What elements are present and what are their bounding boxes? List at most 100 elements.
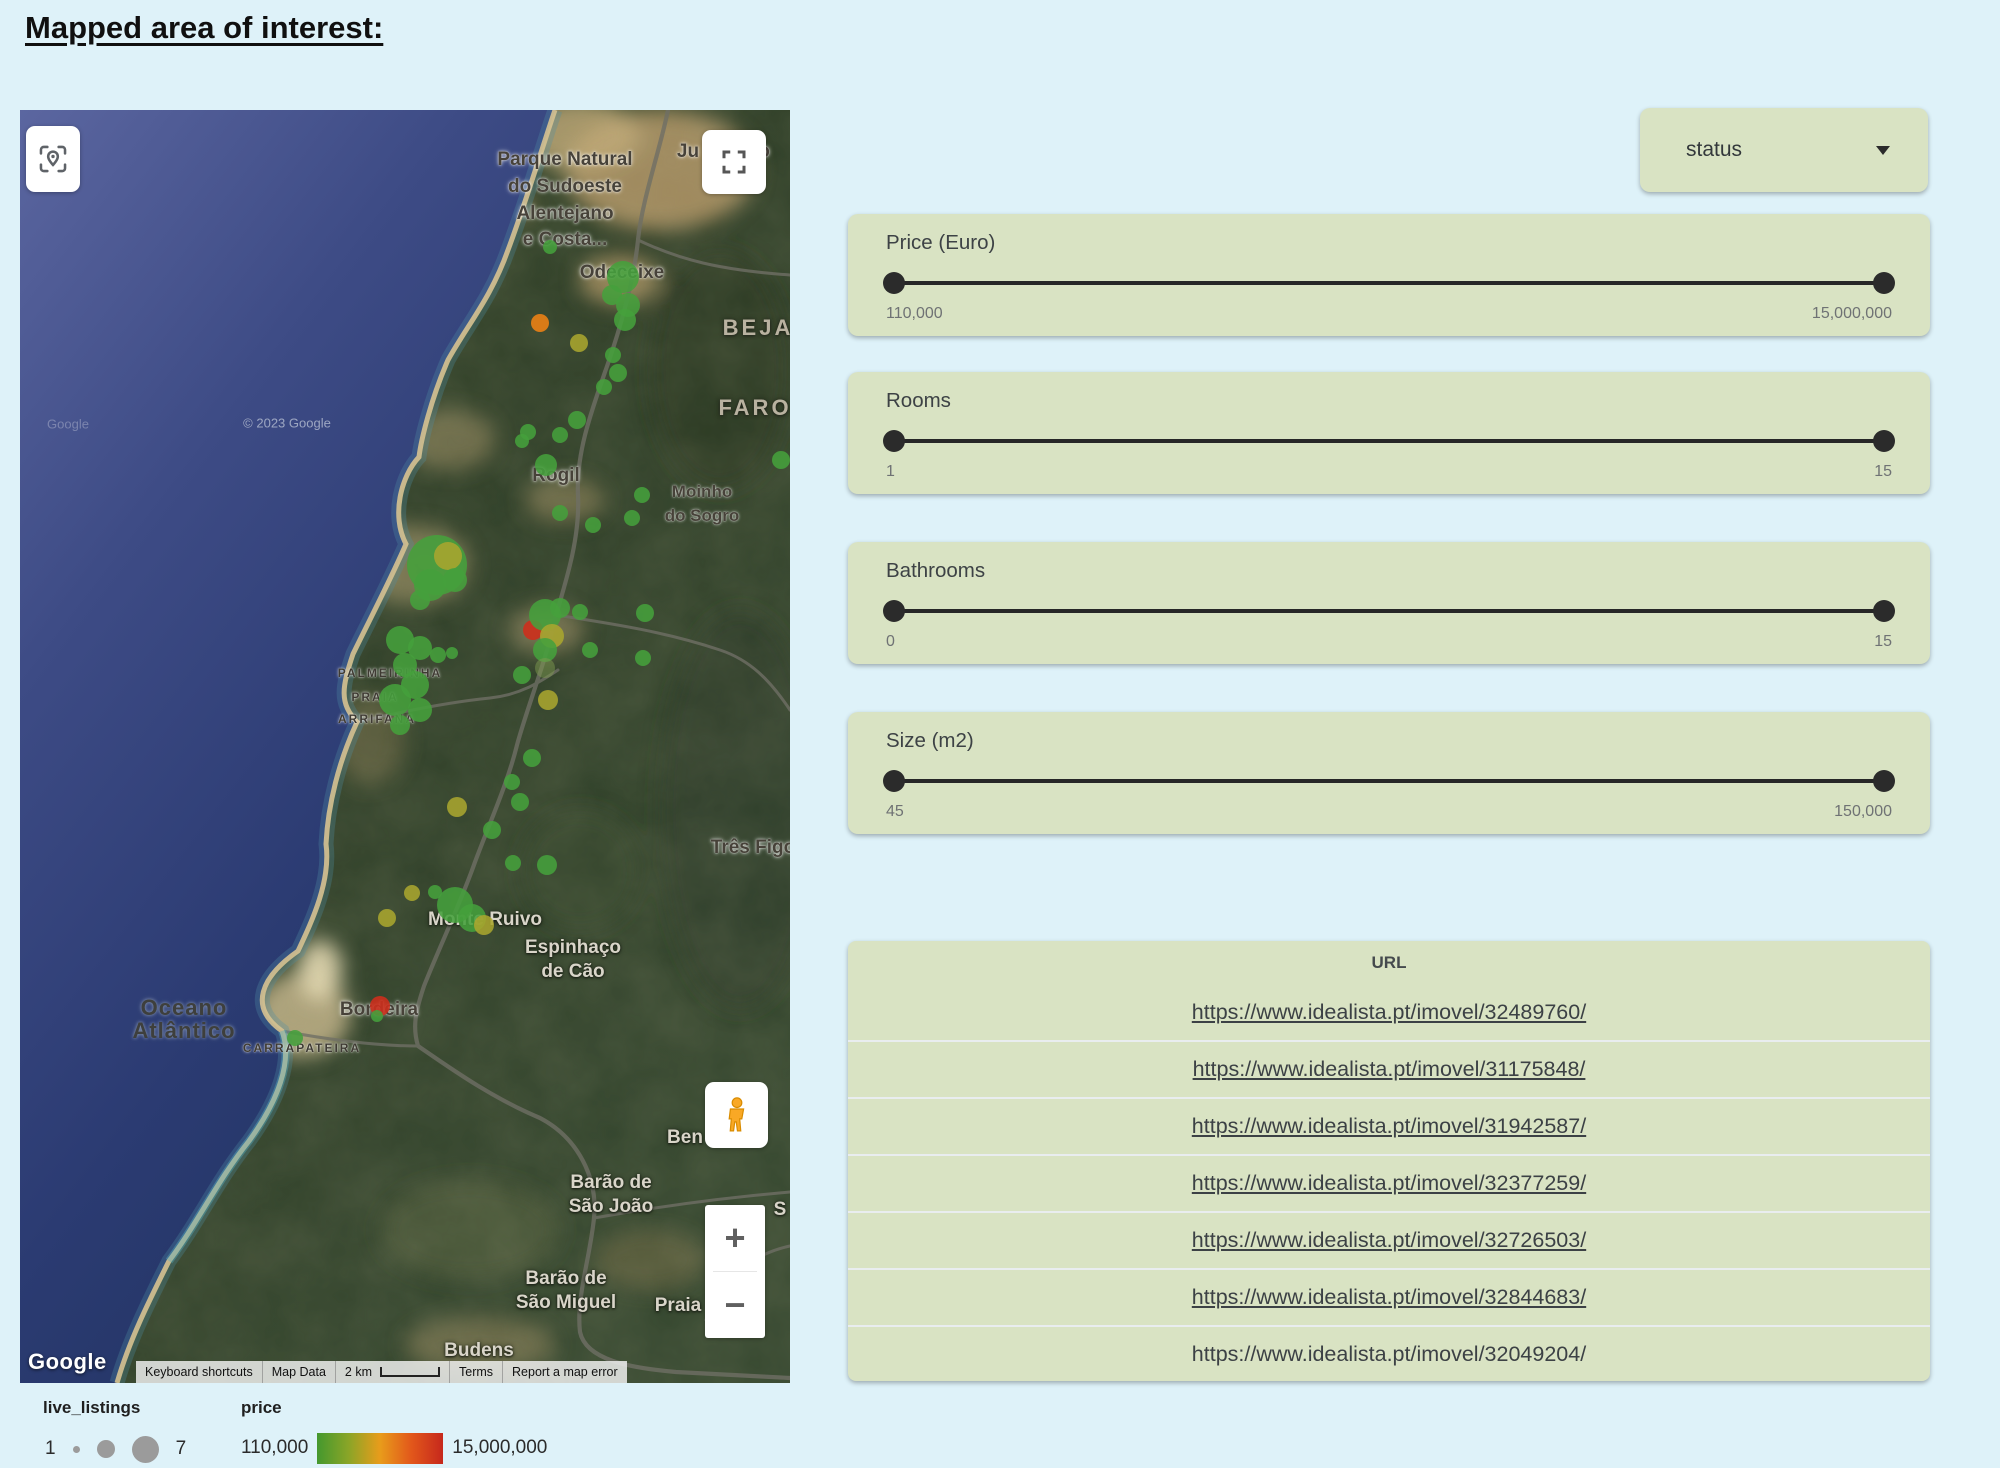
map-data-link[interactable]: Map Data: [262, 1361, 335, 1383]
pegman-button[interactable]: [705, 1082, 768, 1148]
listing-url-link[interactable]: https://www.idealista.pt/imovel/32049204…: [1192, 1342, 1586, 1367]
legend-color-min: 110,000: [241, 1437, 308, 1459]
map-canvas[interactable]: Parque Naturaldo SudoesteAlentejanoe Cos…: [20, 110, 790, 1383]
listing-dot[interactable]: [535, 658, 555, 678]
bathrooms-slider-handle-max[interactable]: [1873, 600, 1895, 622]
google-logo[interactable]: Google: [28, 1349, 107, 1375]
slider-label: Bathrooms: [886, 559, 1892, 583]
listing-dot[interactable]: [538, 690, 558, 710]
listing-dot[interactable]: [636, 604, 654, 622]
listing-dot[interactable]: [408, 698, 432, 722]
legend-size-circle: [73, 1446, 80, 1453]
zoom-in-button[interactable]: +: [705, 1205, 765, 1271]
url-table-header: URL: [848, 941, 1930, 985]
listing-url-link[interactable]: https://www.idealista.pt/imovel/32377259…: [1192, 1171, 1586, 1196]
listing-dot[interactable]: [550, 598, 570, 618]
listing-dot[interactable]: [447, 797, 467, 817]
listing-dot[interactable]: [434, 542, 462, 570]
terms-link[interactable]: Terms: [449, 1361, 502, 1383]
listing-dot[interactable]: [570, 334, 588, 352]
listing-dot[interactable]: [537, 855, 557, 875]
listing-dot[interactable]: [379, 684, 411, 716]
listing-dot[interactable]: [287, 1030, 303, 1046]
listing-dot[interactable]: [634, 487, 650, 503]
bathrooms-slider-handle-min[interactable]: [883, 600, 905, 622]
slider-label: Price (Euro): [886, 231, 1892, 255]
url-table-rows: https://www.idealista.pt/imovel/32489760…: [848, 985, 1930, 1381]
listing-dot[interactable]: [430, 647, 446, 663]
url-table: URL https://www.idealista.pt/imovel/3248…: [848, 941, 1930, 1381]
rooms-filter-card: Rooms 115: [848, 372, 1930, 494]
listing-dot[interactable]: [443, 568, 467, 592]
listing-dot[interactable]: [585, 517, 601, 533]
map-attribution-bar: Keyboard shortcuts Map Data 2 km Terms R…: [136, 1361, 790, 1383]
listing-dot[interactable]: [390, 715, 410, 735]
scale-segment: 2 km: [335, 1361, 449, 1383]
zoom-control: + −: [705, 1205, 765, 1338]
listing-dot[interactable]: [552, 427, 568, 443]
bathrooms-slider-track[interactable]: [886, 609, 1892, 613]
listing-dot[interactable]: [772, 451, 790, 469]
listing-dot[interactable]: [624, 510, 640, 526]
status-dropdown[interactable]: status: [1640, 108, 1928, 192]
listing-dot[interactable]: [635, 650, 651, 666]
listing-dot[interactable]: [446, 647, 458, 659]
listing-url-link[interactable]: https://www.idealista.pt/imovel/31942587…: [1192, 1114, 1586, 1139]
rooms-slider-handle-max[interactable]: [1873, 430, 1895, 452]
size-slider-track[interactable]: [886, 779, 1892, 783]
page-title: Mapped area of interest:: [25, 10, 383, 46]
listing-url-link[interactable]: https://www.idealista.pt/imovel/32844683…: [1192, 1285, 1586, 1310]
legend-size-circle: [97, 1440, 115, 1458]
plus-icon: +: [724, 1220, 745, 1256]
listing-dot[interactable]: [582, 642, 598, 658]
slider-max-value: 15: [1874, 633, 1892, 651]
listing-dot[interactable]: [609, 364, 627, 382]
table-row: https://www.idealista.pt/imovel/32489760…: [848, 985, 1930, 1040]
listing-dot[interactable]: [614, 309, 636, 331]
location-scan-icon: [36, 142, 70, 176]
size-slider-handle-max[interactable]: [1873, 770, 1895, 792]
listing-dot[interactable]: [543, 240, 557, 254]
listing-dot[interactable]: [568, 411, 586, 429]
price-gradient-bar: [317, 1433, 443, 1464]
zoom-out-button[interactable]: −: [705, 1272, 765, 1338]
legend-size-title: live_listings: [43, 1398, 140, 1418]
listing-url-link[interactable]: https://www.idealista.pt/imovel/32726503…: [1192, 1228, 1586, 1253]
listing-dot[interactable]: [535, 454, 557, 476]
legend-size-max: 7: [176, 1438, 187, 1460]
listing-dot[interactable]: [371, 1010, 383, 1022]
listing-dot[interactable]: [404, 885, 420, 901]
listing-dot[interactable]: [378, 909, 396, 927]
fullscreen-button[interactable]: [702, 130, 766, 194]
map-dots: [20, 110, 790, 1383]
listing-dot[interactable]: [410, 590, 430, 610]
listing-dot[interactable]: [505, 855, 521, 871]
listing-dot[interactable]: [511, 793, 529, 811]
listing-dot[interactable]: [515, 434, 529, 448]
table-row: https://www.idealista.pt/imovel/32377259…: [848, 1154, 1930, 1211]
price-slider-handle-max[interactable]: [1873, 272, 1895, 294]
slider-min-value: 45: [886, 803, 904, 821]
keyboard-shortcuts-link[interactable]: Keyboard shortcuts: [136, 1361, 262, 1383]
listing-dot[interactable]: [552, 505, 568, 521]
size-slider-handle-min[interactable]: [883, 770, 905, 792]
listing-dot[interactable]: [596, 379, 612, 395]
price-slider-track[interactable]: [886, 281, 1892, 285]
report-map-error-link[interactable]: Report a map error: [502, 1361, 627, 1383]
listing-dot[interactable]: [572, 604, 588, 620]
select-area-button[interactable]: [26, 126, 80, 192]
listing-dot[interactable]: [523, 749, 541, 767]
listing-dot[interactable]: [474, 915, 494, 935]
bathrooms-filter-card: Bathrooms 015: [848, 542, 1930, 664]
listing-url-link[interactable]: https://www.idealista.pt/imovel/31175848…: [1193, 1057, 1586, 1082]
listing-dot[interactable]: [531, 314, 549, 332]
listing-dot[interactable]: [483, 821, 501, 839]
rooms-slider-handle-min[interactable]: [883, 430, 905, 452]
slider-label: Size (m2): [886, 729, 1892, 753]
listing-dot[interactable]: [513, 666, 531, 684]
rooms-slider-track[interactable]: [886, 439, 1892, 443]
listing-dot[interactable]: [605, 347, 621, 363]
price-slider-handle-min[interactable]: [883, 272, 905, 294]
listing-url-link[interactable]: https://www.idealista.pt/imovel/32489760…: [1192, 1000, 1586, 1025]
listing-dot[interactable]: [504, 774, 520, 790]
